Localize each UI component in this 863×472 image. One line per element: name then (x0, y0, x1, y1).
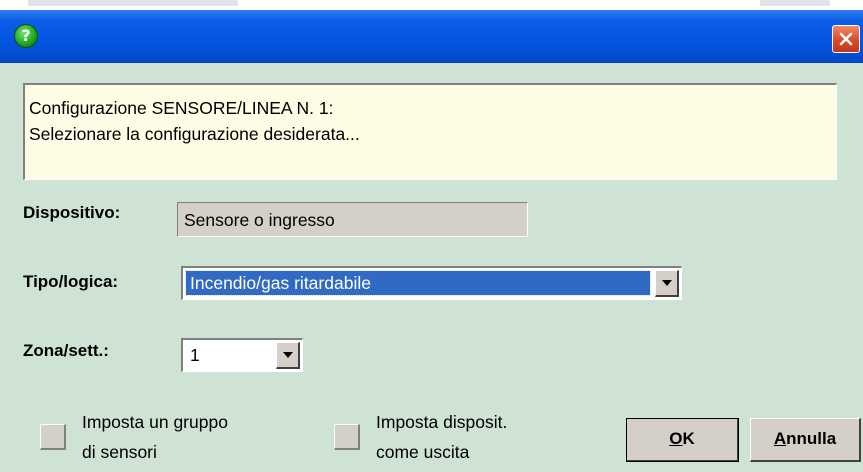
tipo-logica-dropdown-button[interactable] (655, 270, 679, 297)
imposta-uscita-label-line2: come uscita (376, 442, 470, 462)
imposta-gruppo-checkbox[interactable] (40, 424, 66, 450)
configuration-dialog: ? Configurazione SENSORE/LINEA N. 1: Sel… (0, 10, 863, 472)
ok-label-rest: K (682, 429, 695, 448)
zona-sett-select[interactable]: 1 (181, 338, 303, 372)
imposta-gruppo-label-line1: Imposta un gruppo (82, 412, 228, 432)
annulla-label-rest: nnulla (786, 429, 837, 448)
close-x-icon (839, 32, 853, 46)
chevron-down-icon (283, 352, 293, 358)
zona-sett-selected-value: 1 (190, 345, 200, 365)
imposta-gruppo-label-line2: di sensori (82, 442, 157, 462)
question-circle-icon: ? (14, 24, 38, 48)
zona-sett-dropdown-button[interactable] (276, 342, 300, 369)
title-bar[interactable]: ? (0, 10, 863, 63)
zona-sett-label: Zona/sett.: (23, 341, 109, 360)
tipo-logica-selected-value: Incendio/gas ritardabile (185, 270, 651, 296)
annulla-mnemonic: A (773, 429, 787, 448)
imposta-uscita-checkbox[interactable] (334, 424, 360, 450)
close-button[interactable] (832, 25, 860, 53)
imposta-uscita-label-line1: Imposta disposit. (376, 412, 508, 432)
message-box: Configurazione SENSORE/LINEA N. 1: Selez… (23, 83, 837, 180)
background-blur (760, 0, 830, 6)
message-line-1: Configurazione SENSORE/LINEA N. 1: (29, 98, 334, 118)
ok-button[interactable]: OK (626, 418, 739, 462)
background-window-strip (0, 0, 863, 10)
annulla-button[interactable]: Annulla (750, 418, 861, 462)
background-blur (28, 0, 238, 6)
ok-mnemonic: O (669, 429, 683, 448)
message-line-2: Selezionare la configurazione desiderata… (29, 124, 360, 144)
dispositivo-label: Dispositivo: (23, 203, 121, 222)
chevron-down-icon (662, 280, 672, 286)
tipo-logica-select[interactable]: Incendio/gas ritardabile (181, 266, 682, 300)
dispositivo-field: Sensore o ingresso (177, 202, 528, 237)
tipo-logica-label: Tipo/logica: (23, 272, 119, 291)
